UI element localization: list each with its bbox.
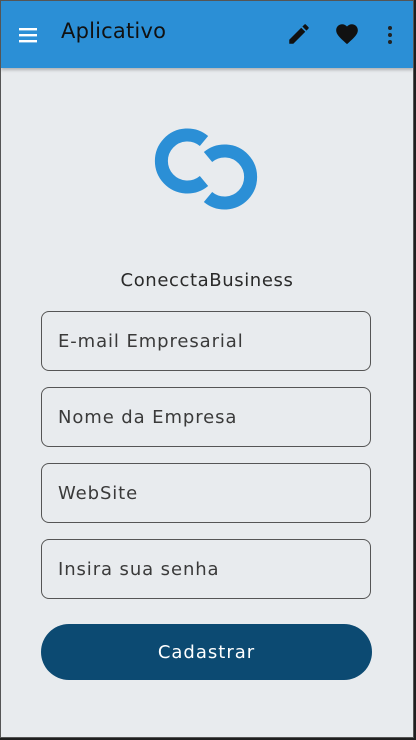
pencil-icon[interactable] <box>286 21 312 47</box>
app-screen: Aplicativo ConecctaBusiness C <box>0 0 414 738</box>
brand-name: ConecctaBusiness <box>120 270 294 291</box>
linked-c-logo-icon <box>151 123 261 215</box>
heart-icon[interactable] <box>334 21 360 47</box>
app-bar: Aplicativo <box>1 1 413 68</box>
email-field[interactable] <box>41 311 371 371</box>
website-field[interactable] <box>41 463 371 523</box>
register-button[interactable]: Cadastrar <box>41 624 372 680</box>
password-field[interactable] <box>41 539 371 599</box>
company-name-field[interactable] <box>41 387 371 447</box>
app-title: Aplicativo <box>61 19 167 43</box>
menu-icon[interactable] <box>15 23 41 47</box>
more-vert-icon[interactable] <box>381 21 399 47</box>
